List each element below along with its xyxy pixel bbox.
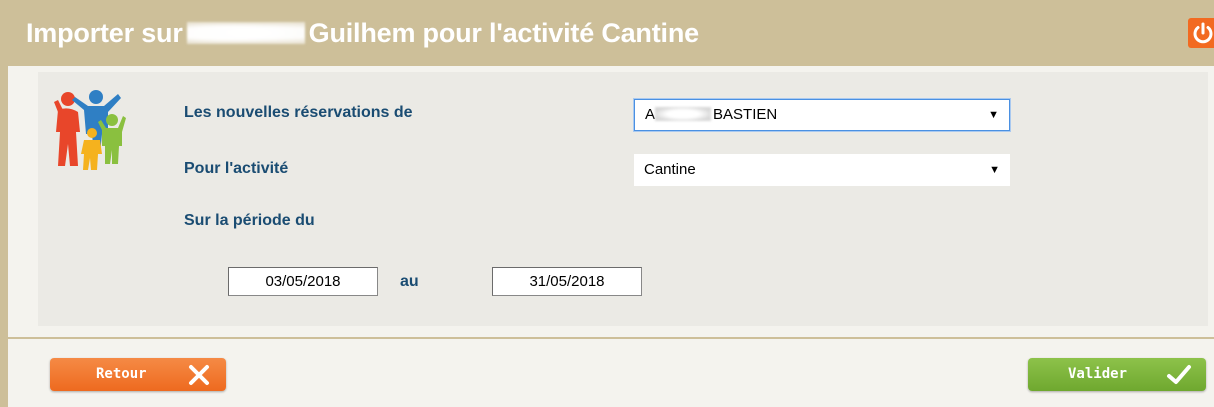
- activity-select[interactable]: Cantine ▼: [634, 154, 1010, 186]
- period-label: Sur la période du: [184, 212, 315, 229]
- import-dialog: Importer sur Guilhem pour l'activité Cant…: [0, 0, 1214, 407]
- close-x-icon: [189, 365, 209, 385]
- redacted-text: [655, 107, 712, 121]
- power-icon: [1193, 22, 1213, 44]
- dropdown-arrow-icon: ▼: [989, 164, 1000, 176]
- to-label: au: [400, 273, 419, 290]
- validate-button[interactable]: Valider: [1028, 358, 1206, 391]
- back-button[interactable]: Retour: [50, 358, 226, 391]
- date-to-input[interactable]: 31/05/2018: [492, 267, 642, 296]
- form-panel: Les nouvelles réservations de A BASTIEN ▼…: [38, 72, 1208, 326]
- reservations-value: A BASTIEN: [645, 106, 778, 123]
- dialog-title: Importer sur Guilhem pour l'activité Cant…: [26, 18, 699, 49]
- back-button-label: Retour: [96, 366, 147, 382]
- dialog-titlebar: Importer sur Guilhem pour l'activité Cant…: [8, 0, 1214, 66]
- title-suffix: Guilhem pour l'activité Cantine: [308, 18, 699, 48]
- dropdown-arrow-icon: ▼: [988, 109, 999, 121]
- footer-divider: [8, 337, 1214, 339]
- checkmark-icon: [1167, 365, 1191, 384]
- date-from-input[interactable]: 03/05/2018: [228, 267, 378, 296]
- redacted-name: [186, 22, 305, 44]
- activity-label: Pour l'activité: [184, 160, 289, 177]
- reservations-select[interactable]: A BASTIEN ▼: [634, 99, 1010, 131]
- validate-button-label: Valider: [1068, 366, 1128, 382]
- reservations-label: Les nouvelles réservations de: [184, 104, 413, 121]
- family-icon: [54, 90, 126, 170]
- power-button[interactable]: [1188, 18, 1214, 48]
- title-prefix: Importer sur: [26, 18, 183, 48]
- activity-value: Cantine: [644, 161, 696, 178]
